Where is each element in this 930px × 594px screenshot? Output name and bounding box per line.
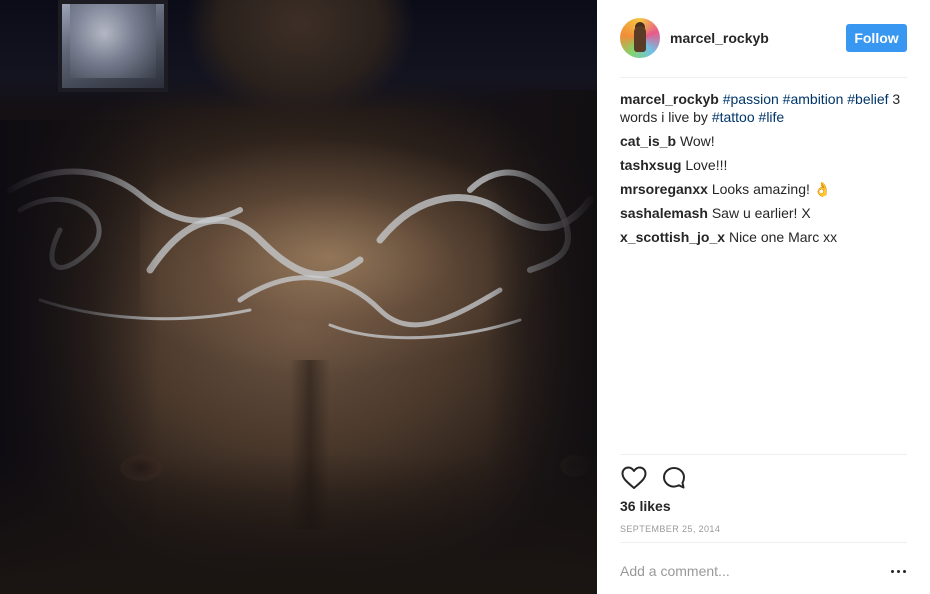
post-timestamp[interactable]: SEPTEMBER 25, 2014	[620, 524, 720, 534]
comment-text: Nice one Marc xx	[728, 229, 838, 245]
photo-wall-art	[70, 4, 156, 78]
hashtag-belief[interactable]: #belief	[847, 91, 888, 107]
comment-bubble-icon[interactable]	[660, 464, 688, 492]
add-comment-input[interactable]	[620, 560, 870, 582]
comment-username[interactable]: x_scottish_jo_x	[620, 229, 725, 245]
list-item: cat_is_b Wow!	[620, 132, 907, 150]
post-side-panel: marcel_rockyb Follow marcel_rockyb #pass…	[597, 0, 930, 594]
actions-divider	[620, 454, 907, 455]
list-item: tashxsug Love!!!	[620, 156, 907, 174]
comment-text: Saw u earlier! X	[711, 205, 811, 221]
comment-username[interactable]: mrsoreganxx	[620, 181, 708, 197]
comment-text: Wow!	[679, 133, 715, 149]
comment-divider	[620, 542, 907, 543]
hashtag-passion[interactable]: #passion	[723, 91, 779, 107]
caption: marcel_rockyb #passion #ambition #belief…	[620, 90, 907, 126]
avatar[interactable]	[620, 18, 660, 58]
follow-button[interactable]: Follow	[846, 24, 907, 52]
header-divider	[620, 77, 907, 78]
hashtag-tattoo[interactable]: #tattoo	[712, 109, 755, 125]
avatar-figure-shape	[634, 26, 646, 52]
heart-icon[interactable]	[620, 464, 648, 492]
comment-username[interactable]: tashxsug	[620, 157, 681, 173]
list-item: sashalemash Saw u earlier! X	[620, 204, 907, 222]
caption-username[interactable]: marcel_rockyb	[620, 91, 719, 107]
post-actions	[620, 464, 907, 492]
comment-text: Looks amazing! 👌	[711, 181, 832, 197]
hashtag-ambition[interactable]: #ambition	[783, 91, 844, 107]
post-photo[interactable]	[0, 0, 597, 594]
header-username[interactable]: marcel_rockyb	[670, 30, 769, 46]
likes-count[interactable]: 36 likes	[620, 498, 671, 514]
comments-list: marcel_rockyb #passion #ambition #belief…	[620, 90, 907, 252]
hashtag-life[interactable]: #life	[759, 109, 785, 125]
comment-username[interactable]: sashalemash	[620, 205, 708, 221]
more-options-icon[interactable]	[887, 560, 909, 582]
list-item: mrsoreganxx Looks amazing! 👌	[620, 180, 907, 198]
post-header: marcel_rockyb Follow	[620, 14, 907, 62]
list-item: x_scottish_jo_x Nice one Marc xx	[620, 228, 907, 246]
photo-bottom-shadow	[0, 454, 597, 594]
photo-neck	[185, 0, 415, 120]
comment-text: Love!!!	[685, 157, 728, 173]
comment-username[interactable]: cat_is_b	[620, 133, 676, 149]
